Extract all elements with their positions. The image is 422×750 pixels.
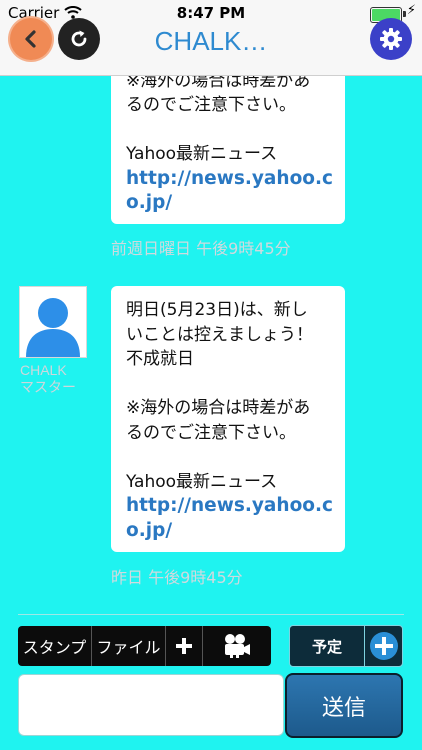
charging-icon: ⚡ bbox=[406, 3, 416, 18]
video-button[interactable] bbox=[203, 626, 271, 666]
message-input[interactable] bbox=[18, 674, 284, 736]
video-camera-icon bbox=[225, 634, 250, 658]
stamp-button[interactable]: スタンプ bbox=[18, 626, 92, 666]
divider bbox=[18, 614, 404, 615]
sender-name: CHALK マスター bbox=[20, 362, 76, 395]
gear-icon bbox=[380, 28, 402, 50]
clock: 8:47 PM bbox=[176, 4, 246, 22]
add-schedule-button[interactable] bbox=[365, 626, 402, 666]
news-link[interactable]: http://news.yahoo.c o.jp/ bbox=[126, 494, 345, 543]
message-timestamp: 前週日曜日 午後9時45分 bbox=[111, 239, 291, 258]
file-button[interactable]: ファイル bbox=[92, 626, 166, 666]
plus-icon bbox=[176, 638, 192, 654]
message-bubble[interactable]: 明日(5月23日)は、新し いことは控えましょう！ 不成就日 ※海外の場合は時差… bbox=[111, 286, 345, 552]
nav-header: Carrier 8:47 PM ⚡ CHALK… bbox=[0, 0, 422, 76]
page-title: CHALK… bbox=[154, 26, 268, 56]
send-button[interactable]: 送信 bbox=[285, 673, 403, 738]
message-timestamp: 昨日 午後9時45分 bbox=[111, 568, 243, 587]
avatar[interactable] bbox=[19, 286, 87, 358]
user-silhouette-icon bbox=[26, 298, 80, 357]
attachment-toolbar: スタンプ ファイル bbox=[18, 626, 271, 666]
settings-button[interactable] bbox=[370, 18, 412, 60]
plus-circle-icon bbox=[369, 632, 398, 660]
chat-area[interactable]: マスター ※海外の場合は時差があ るのでご注意下さい。 Yahoo最新ニュース … bbox=[0, 0, 422, 612]
news-link[interactable]: http://news.yahoo.c o.jp/ bbox=[126, 167, 345, 216]
schedule-button[interactable]: 予定 bbox=[289, 625, 403, 667]
add-button[interactable] bbox=[166, 626, 203, 666]
